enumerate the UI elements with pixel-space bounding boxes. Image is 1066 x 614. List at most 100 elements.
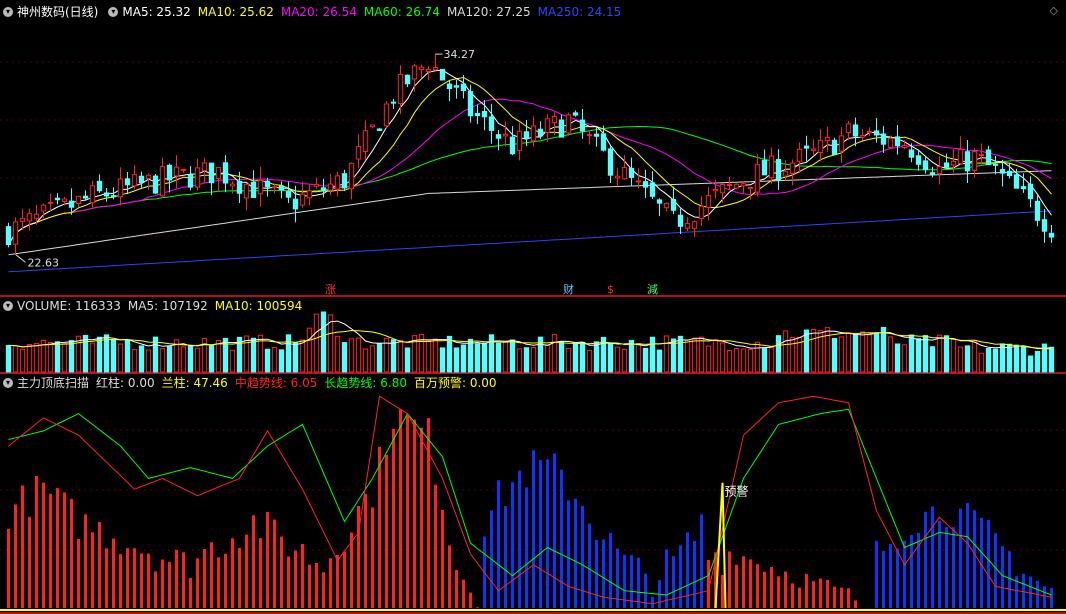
volume-bar [691,339,698,373]
candle [355,146,362,160]
blue-bar [532,450,535,608]
candle [1041,219,1048,232]
volume-bar [208,345,215,373]
red-bar [819,578,822,608]
volume-bar [306,327,313,373]
volume-bar [775,335,782,373]
volume-bar [880,326,887,373]
volume-bar [957,346,964,373]
volume-bar [1027,355,1034,373]
volume-bar [579,341,586,373]
red-bar [98,521,101,608]
blue-bar [665,549,668,608]
candle [880,133,887,145]
volume-bar [551,334,558,373]
volume-bar [362,348,369,373]
candle [670,199,677,211]
blue-bar [1008,551,1011,608]
blue-bar [1043,586,1046,608]
candle [768,155,775,179]
volume-bar [698,336,705,373]
red-bar [756,564,759,608]
candle [187,174,194,188]
event-marker: 财 [563,282,574,296]
volume-bar [194,347,201,373]
candle [887,137,894,149]
volume-bar [348,338,355,373]
volume-bar [614,346,621,373]
candle [145,174,152,180]
red-bar [7,528,10,608]
red-bar [91,532,94,608]
ma-value: MA5: 25.32 [122,4,191,19]
volume-bar [61,343,68,373]
candle [341,173,348,189]
candle [33,213,40,219]
red-bar [791,583,794,608]
blue-bar [924,511,927,608]
volume-bar [334,335,341,373]
volume-bar [516,348,523,373]
red-bar [392,428,395,608]
candle [859,135,866,138]
red-bar [203,549,206,608]
volume-bar [656,349,663,373]
red-bar [441,509,444,608]
volume-bar [271,347,278,373]
volume-bar [929,346,936,373]
candle [502,133,509,137]
volume-bar [985,347,992,373]
candle [796,148,803,162]
collapse-icon[interactable]: ▾ [3,377,13,388]
candle [831,139,838,155]
red-bar [168,561,171,608]
blue-bar [560,469,563,608]
blue-bar [1029,576,1032,608]
candle [236,180,243,194]
red-bar [35,475,38,608]
diamond-icon[interactable]: ◇ [1050,4,1058,17]
red-bar [238,547,241,608]
red-bar [413,419,416,608]
ma-value: MA60: 26.74 [363,4,440,19]
candle [243,183,250,199]
candle [299,193,306,206]
red-bar [56,488,59,608]
candle [61,198,68,202]
candle [740,183,747,187]
blue-bar [959,508,962,608]
volume-bar [866,334,873,373]
red-bar [784,571,787,608]
red-bar [42,482,45,608]
volume-bar [803,329,810,373]
candle [180,168,187,171]
candle [327,183,334,191]
volume-bar [495,342,502,373]
collapse-icon[interactable]: ▾ [3,300,13,311]
red-bar [406,415,409,608]
candle [733,183,740,189]
candle [47,201,54,204]
volume-value: MA10: 100594 [214,298,303,313]
volume-bar [404,347,411,373]
candle [999,169,1006,174]
candle [439,68,446,81]
blue-bar [504,506,507,608]
settings-icon[interactable]: ▾ [108,6,119,17]
candle [404,74,411,85]
indicator-value: 长趋势线: 6.80 [324,376,407,390]
volume-bar [831,338,838,373]
candle [285,191,292,198]
candle [306,190,313,199]
red-bar [805,574,808,608]
candle [117,178,124,198]
candle [775,159,782,181]
ma-value: MA10: 25.62 [197,4,274,19]
blue-bar [903,540,906,608]
candle [348,162,355,190]
red-bar [735,564,738,608]
red-bar [721,574,724,608]
volume-bar [719,342,726,373]
collapse-icon[interactable]: ▾ [3,6,13,17]
red-bar [728,551,731,608]
